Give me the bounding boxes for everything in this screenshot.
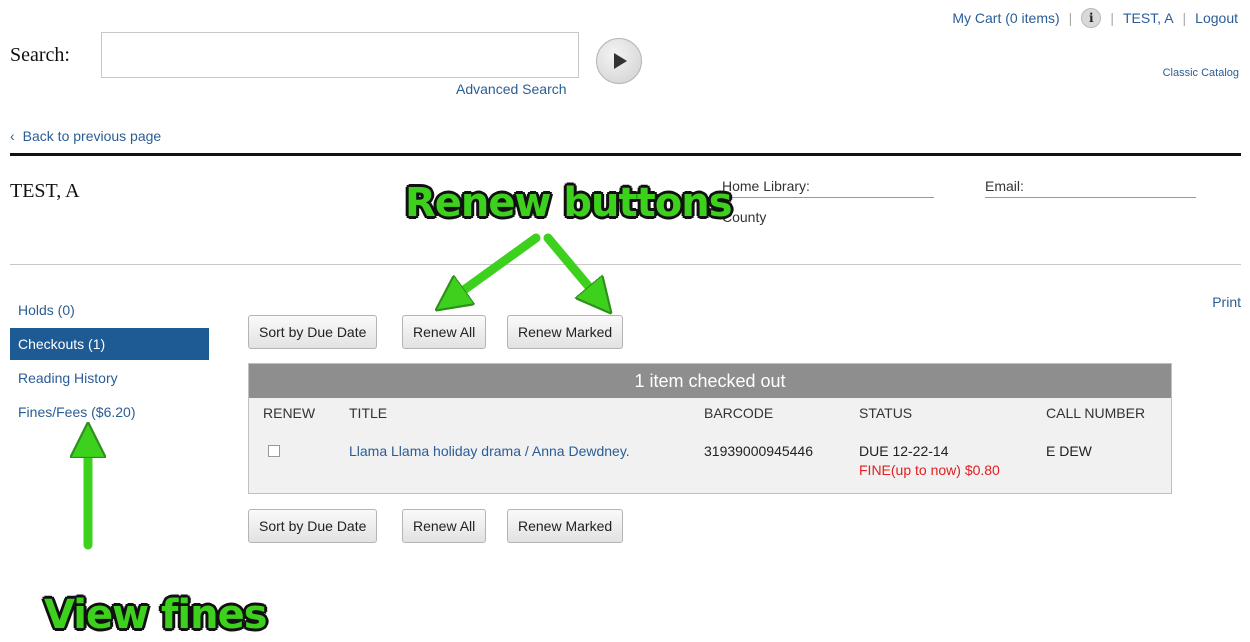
arrow-to-renew-marked [543,233,600,300]
annotation-arrows [0,233,1250,550]
arrow-to-renew-all [450,233,541,300]
view-fines-callout: View fines [44,592,267,638]
renew-buttons-callout: Renew buttons [405,180,733,226]
